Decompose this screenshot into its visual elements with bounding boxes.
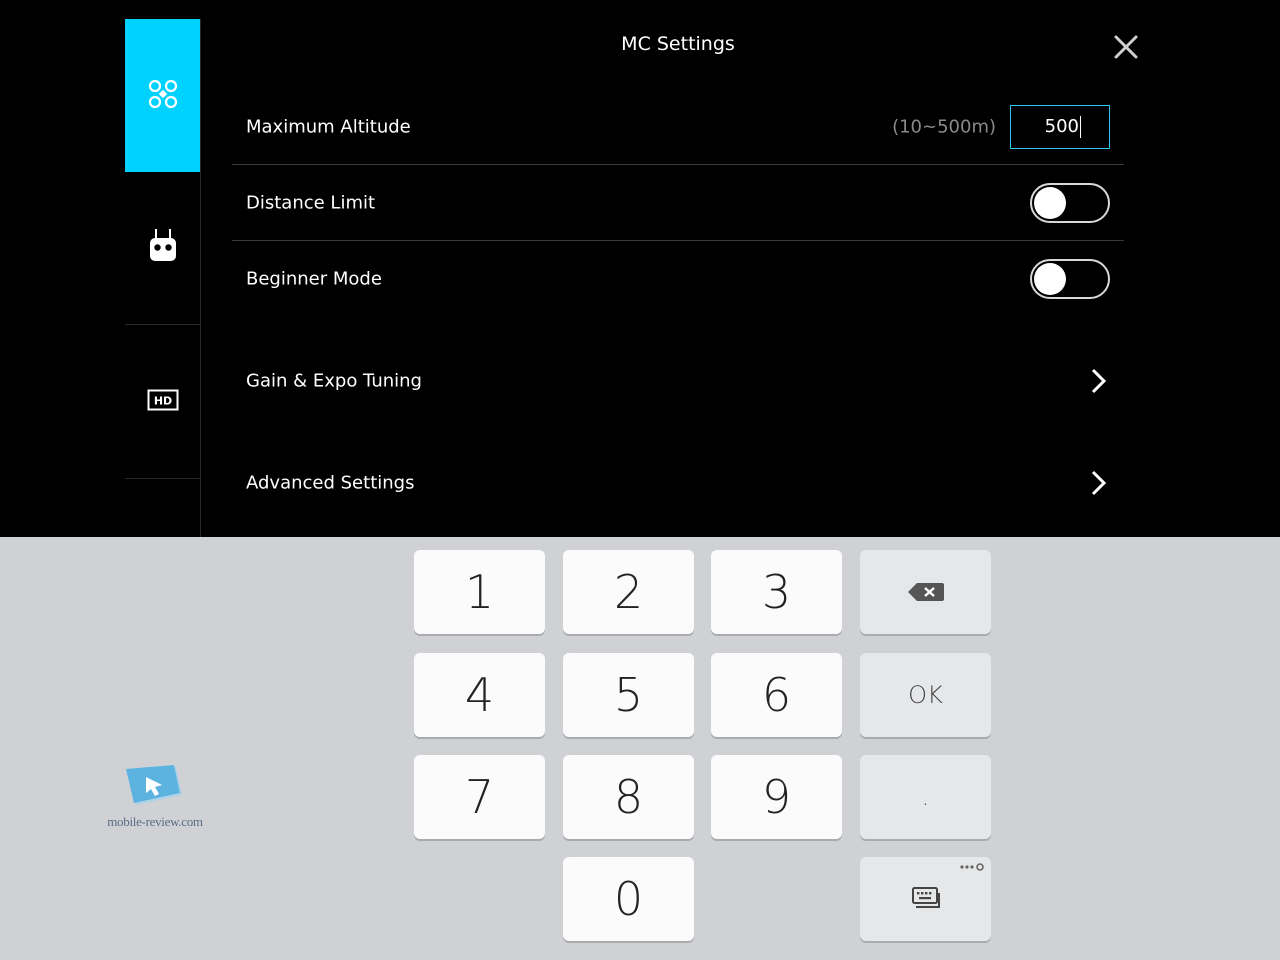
decimal-key[interactable]: . xyxy=(860,755,991,839)
backspace-key[interactable] xyxy=(860,550,991,634)
ok-key[interactable]: OK xyxy=(860,653,991,737)
key-3[interactable]: 3 xyxy=(711,550,842,634)
decimal-label: . xyxy=(921,783,930,811)
beginner-mode-label: Beginner Mode xyxy=(246,268,382,290)
aircraft-icon xyxy=(147,78,179,114)
watermark: mobile-review.com xyxy=(100,765,210,829)
hd-video-icon: HD xyxy=(147,389,179,415)
max-altitude-input[interactable]: 500 xyxy=(1010,104,1110,149)
tab-aircraft[interactable] xyxy=(125,19,200,172)
max-altitude-row: Maximum Altitude (10~500m) 500 xyxy=(232,89,1124,165)
beginner-mode-row: Beginner Mode xyxy=(232,241,1124,317)
sidebar: HD xyxy=(125,19,201,537)
watermark-text: mobile-review.com xyxy=(107,814,203,829)
tab-remote-controller[interactable] xyxy=(125,172,200,325)
key-9[interactable]: 9 xyxy=(711,755,842,839)
beginner-mode-toggle[interactable] xyxy=(1030,259,1110,299)
distance-limit-label: Distance Limit xyxy=(246,192,376,213)
toggle-knob xyxy=(1034,186,1066,219)
remote-controller-icon xyxy=(149,229,177,267)
backspace-icon xyxy=(907,583,944,601)
max-altitude-value: 500 xyxy=(1044,115,1079,137)
max-altitude-label: Maximum Altitude xyxy=(246,116,411,137)
distance-limit-toggle[interactable] xyxy=(1030,182,1110,223)
key-2[interactable]: 2 xyxy=(563,550,694,634)
numeric-keyboard: 1 2 3 4 5 6 OK 7 8 9 . 0 mobile-review.c… xyxy=(0,537,1280,960)
watermark-logo-icon xyxy=(126,765,182,805)
key-5[interactable]: 5 xyxy=(563,653,694,737)
text-caret xyxy=(1080,115,1081,138)
ok-label: OK xyxy=(908,681,943,709)
distance-limit-row: Distance Limit xyxy=(232,165,1124,241)
keyboard-switch-key[interactable] xyxy=(860,857,991,941)
page-title: MC Settings xyxy=(621,33,735,55)
gain-expo-row[interactable]: Gain & Expo Tuning xyxy=(232,343,1124,419)
advanced-settings-label: Advanced Settings xyxy=(246,472,415,494)
chevron-right-icon xyxy=(1091,368,1107,394)
close-button[interactable] xyxy=(1111,32,1141,62)
chevron-right-icon xyxy=(1091,470,1107,496)
key-0[interactable]: 0 xyxy=(563,857,694,941)
keyboard-icon xyxy=(911,887,940,908)
key-6[interactable]: 6 xyxy=(711,653,842,737)
key-1[interactable]: 1 xyxy=(414,550,545,634)
advanced-settings-row[interactable]: Advanced Settings xyxy=(232,445,1124,521)
key-7[interactable]: 7 xyxy=(414,755,545,839)
settings-dots-icon xyxy=(960,863,984,871)
altitude-range-hint: (10~500m) xyxy=(892,116,996,137)
key-8[interactable]: 8 xyxy=(563,755,694,839)
close-icon xyxy=(1114,35,1138,59)
mc-settings-panel: HD MC Settings Maximum Altitude (10~500m… xyxy=(0,0,1280,537)
toggle-knob xyxy=(1034,263,1066,295)
svg-text:HD: HD xyxy=(153,395,171,408)
tab-hd-video[interactable]: HD xyxy=(125,326,200,479)
key-4[interactable]: 4 xyxy=(414,653,545,737)
gain-expo-label: Gain & Expo Tuning xyxy=(246,370,422,392)
